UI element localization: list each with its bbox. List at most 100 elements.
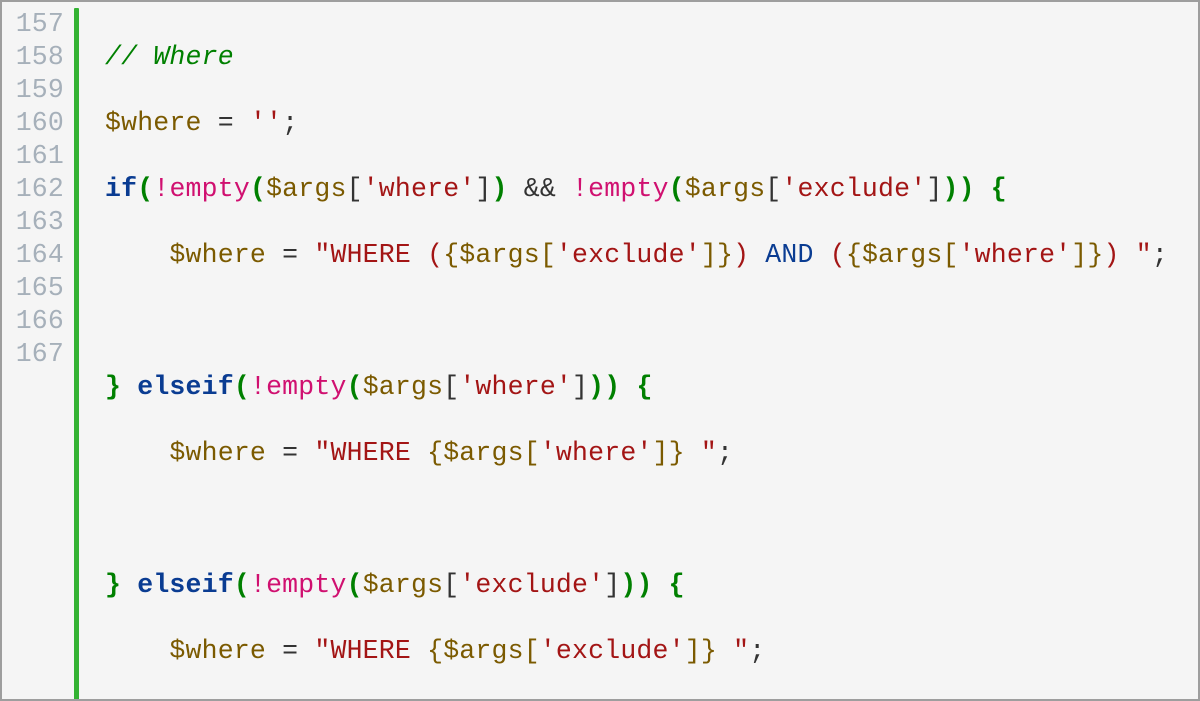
code-variable: $args bbox=[862, 240, 943, 270]
code-line: $where = ''; bbox=[105, 107, 1190, 140]
code-bracket: ] bbox=[604, 570, 620, 600]
code-string: 'exclude' bbox=[556, 240, 701, 270]
code-string: " bbox=[717, 636, 749, 666]
line-number: 158 bbox=[2, 41, 64, 74]
code-line: $where = "WHERE {$args['where']} "; bbox=[105, 437, 1190, 470]
code-bracket: ] bbox=[653, 438, 669, 468]
code-variable: $args bbox=[443, 438, 524, 468]
code-semi: ; bbox=[282, 108, 298, 138]
code-curly: { bbox=[846, 240, 862, 270]
code-paren: ) bbox=[492, 174, 508, 204]
code-curly: } bbox=[1087, 240, 1103, 270]
code-brace: } bbox=[105, 570, 137, 600]
code-variable: $where bbox=[169, 240, 266, 270]
code-variable: $where bbox=[169, 438, 266, 468]
code-block-1: 157 158 159 160 161 162 163 164 165 166 … bbox=[2, 8, 1190, 701]
code-paren: ) { bbox=[959, 174, 1007, 204]
code-brace: } bbox=[105, 372, 137, 402]
code-line: if(!empty($args['where']) && !empty($arg… bbox=[105, 173, 1190, 206]
code-string: "WHERE bbox=[314, 636, 427, 666]
code-text: // Where $where = ''; if(!empty($args['w… bbox=[105, 8, 1190, 701]
code-keyword: if bbox=[105, 174, 137, 204]
line-number: 166 bbox=[2, 305, 64, 338]
code-comment: // Where bbox=[105, 42, 234, 72]
code-line: } elseif(!empty($args['exclude'])) { bbox=[105, 569, 1190, 602]
code-paren: ( bbox=[347, 372, 363, 402]
code-variable: $where bbox=[105, 108, 202, 138]
code-paren: ( bbox=[669, 174, 685, 204]
code-func: empty bbox=[266, 372, 347, 402]
code-bracket: ] bbox=[475, 174, 491, 204]
code-paren: ( bbox=[234, 372, 250, 402]
code-line: // Where bbox=[105, 41, 1190, 74]
code-line bbox=[105, 305, 1190, 338]
code-variable: $args bbox=[685, 174, 766, 204]
code-paren: ( bbox=[347, 570, 363, 600]
code-paren: ) bbox=[588, 372, 604, 402]
code-curly: { bbox=[443, 240, 459, 270]
code-indent bbox=[105, 438, 169, 468]
line-number-gutter: 157 158 159 160 161 162 163 164 165 166 … bbox=[2, 8, 74, 701]
code-string: 'where' bbox=[959, 240, 1072, 270]
code-string: 'where' bbox=[363, 174, 476, 204]
code-neg: ! bbox=[153, 174, 169, 204]
code-curly: } bbox=[669, 438, 685, 468]
code-keyword: elseif bbox=[137, 570, 234, 600]
code-string: " bbox=[685, 438, 717, 468]
code-curly: { bbox=[427, 636, 443, 666]
code-variable: $args bbox=[363, 570, 444, 600]
line-number: 167 bbox=[2, 338, 64, 371]
code-line bbox=[105, 503, 1190, 536]
code-bracket: [ bbox=[524, 636, 540, 666]
code-string: 'exclude' bbox=[781, 174, 926, 204]
code-neg: ! bbox=[250, 570, 266, 600]
code-line: $where = "WHERE ({$args['exclude']}) AND… bbox=[105, 239, 1190, 272]
code-bracket: ] bbox=[926, 174, 942, 204]
code-paren: ) bbox=[942, 174, 958, 204]
code-string: 'exclude' bbox=[459, 570, 604, 600]
line-number: 164 bbox=[2, 239, 64, 272]
code-string: 'exclude' bbox=[540, 636, 685, 666]
code-curly: { bbox=[427, 438, 443, 468]
code-snippet-frame: 157 158 159 160 161 162 163 164 165 166 … bbox=[0, 0, 1200, 701]
code-op: = bbox=[266, 636, 314, 666]
code-curly: } bbox=[717, 240, 733, 270]
change-bar-icon bbox=[74, 8, 79, 701]
code-bracket: ] bbox=[1071, 240, 1087, 270]
code-op: = bbox=[266, 438, 314, 468]
code-semi: ; bbox=[1152, 240, 1168, 270]
code-bracket: [ bbox=[540, 240, 556, 270]
code-func: empty bbox=[169, 174, 250, 204]
code-bracket: [ bbox=[942, 240, 958, 270]
code-string: 'where' bbox=[459, 372, 572, 402]
line-number: 160 bbox=[2, 107, 64, 140]
code-keyword: elseif bbox=[137, 372, 234, 402]
code-neg: ! bbox=[250, 372, 266, 402]
code-variable: $args bbox=[443, 636, 524, 666]
code-neg: ! bbox=[572, 174, 588, 204]
line-number: 165 bbox=[2, 272, 64, 305]
code-variable: $args bbox=[363, 372, 444, 402]
code-bracket: ] bbox=[685, 636, 701, 666]
code-paren: ) { bbox=[636, 570, 684, 600]
code-bracket: ] bbox=[701, 240, 717, 270]
code-op: = bbox=[202, 108, 250, 138]
line-number: 157 bbox=[2, 8, 64, 41]
code-string: ) bbox=[733, 240, 765, 270]
code-indent bbox=[105, 636, 169, 666]
code-semi: ; bbox=[717, 438, 733, 468]
code-variable: $where bbox=[169, 636, 266, 666]
code-bracket: [ bbox=[347, 174, 363, 204]
code-paren: ( bbox=[250, 174, 266, 204]
code-semi: ; bbox=[749, 636, 765, 666]
code-string: "WHERE bbox=[314, 438, 427, 468]
code-paren: ) bbox=[620, 570, 636, 600]
line-number: 162 bbox=[2, 173, 64, 206]
code-bracket: [ bbox=[443, 570, 459, 600]
code-string: ) " bbox=[1104, 240, 1152, 270]
code-bracket: [ bbox=[524, 438, 540, 468]
line-number: 163 bbox=[2, 206, 64, 239]
code-paren: ) { bbox=[604, 372, 652, 402]
code-bracket: ] bbox=[572, 372, 588, 402]
code-variable: $args bbox=[459, 240, 540, 270]
